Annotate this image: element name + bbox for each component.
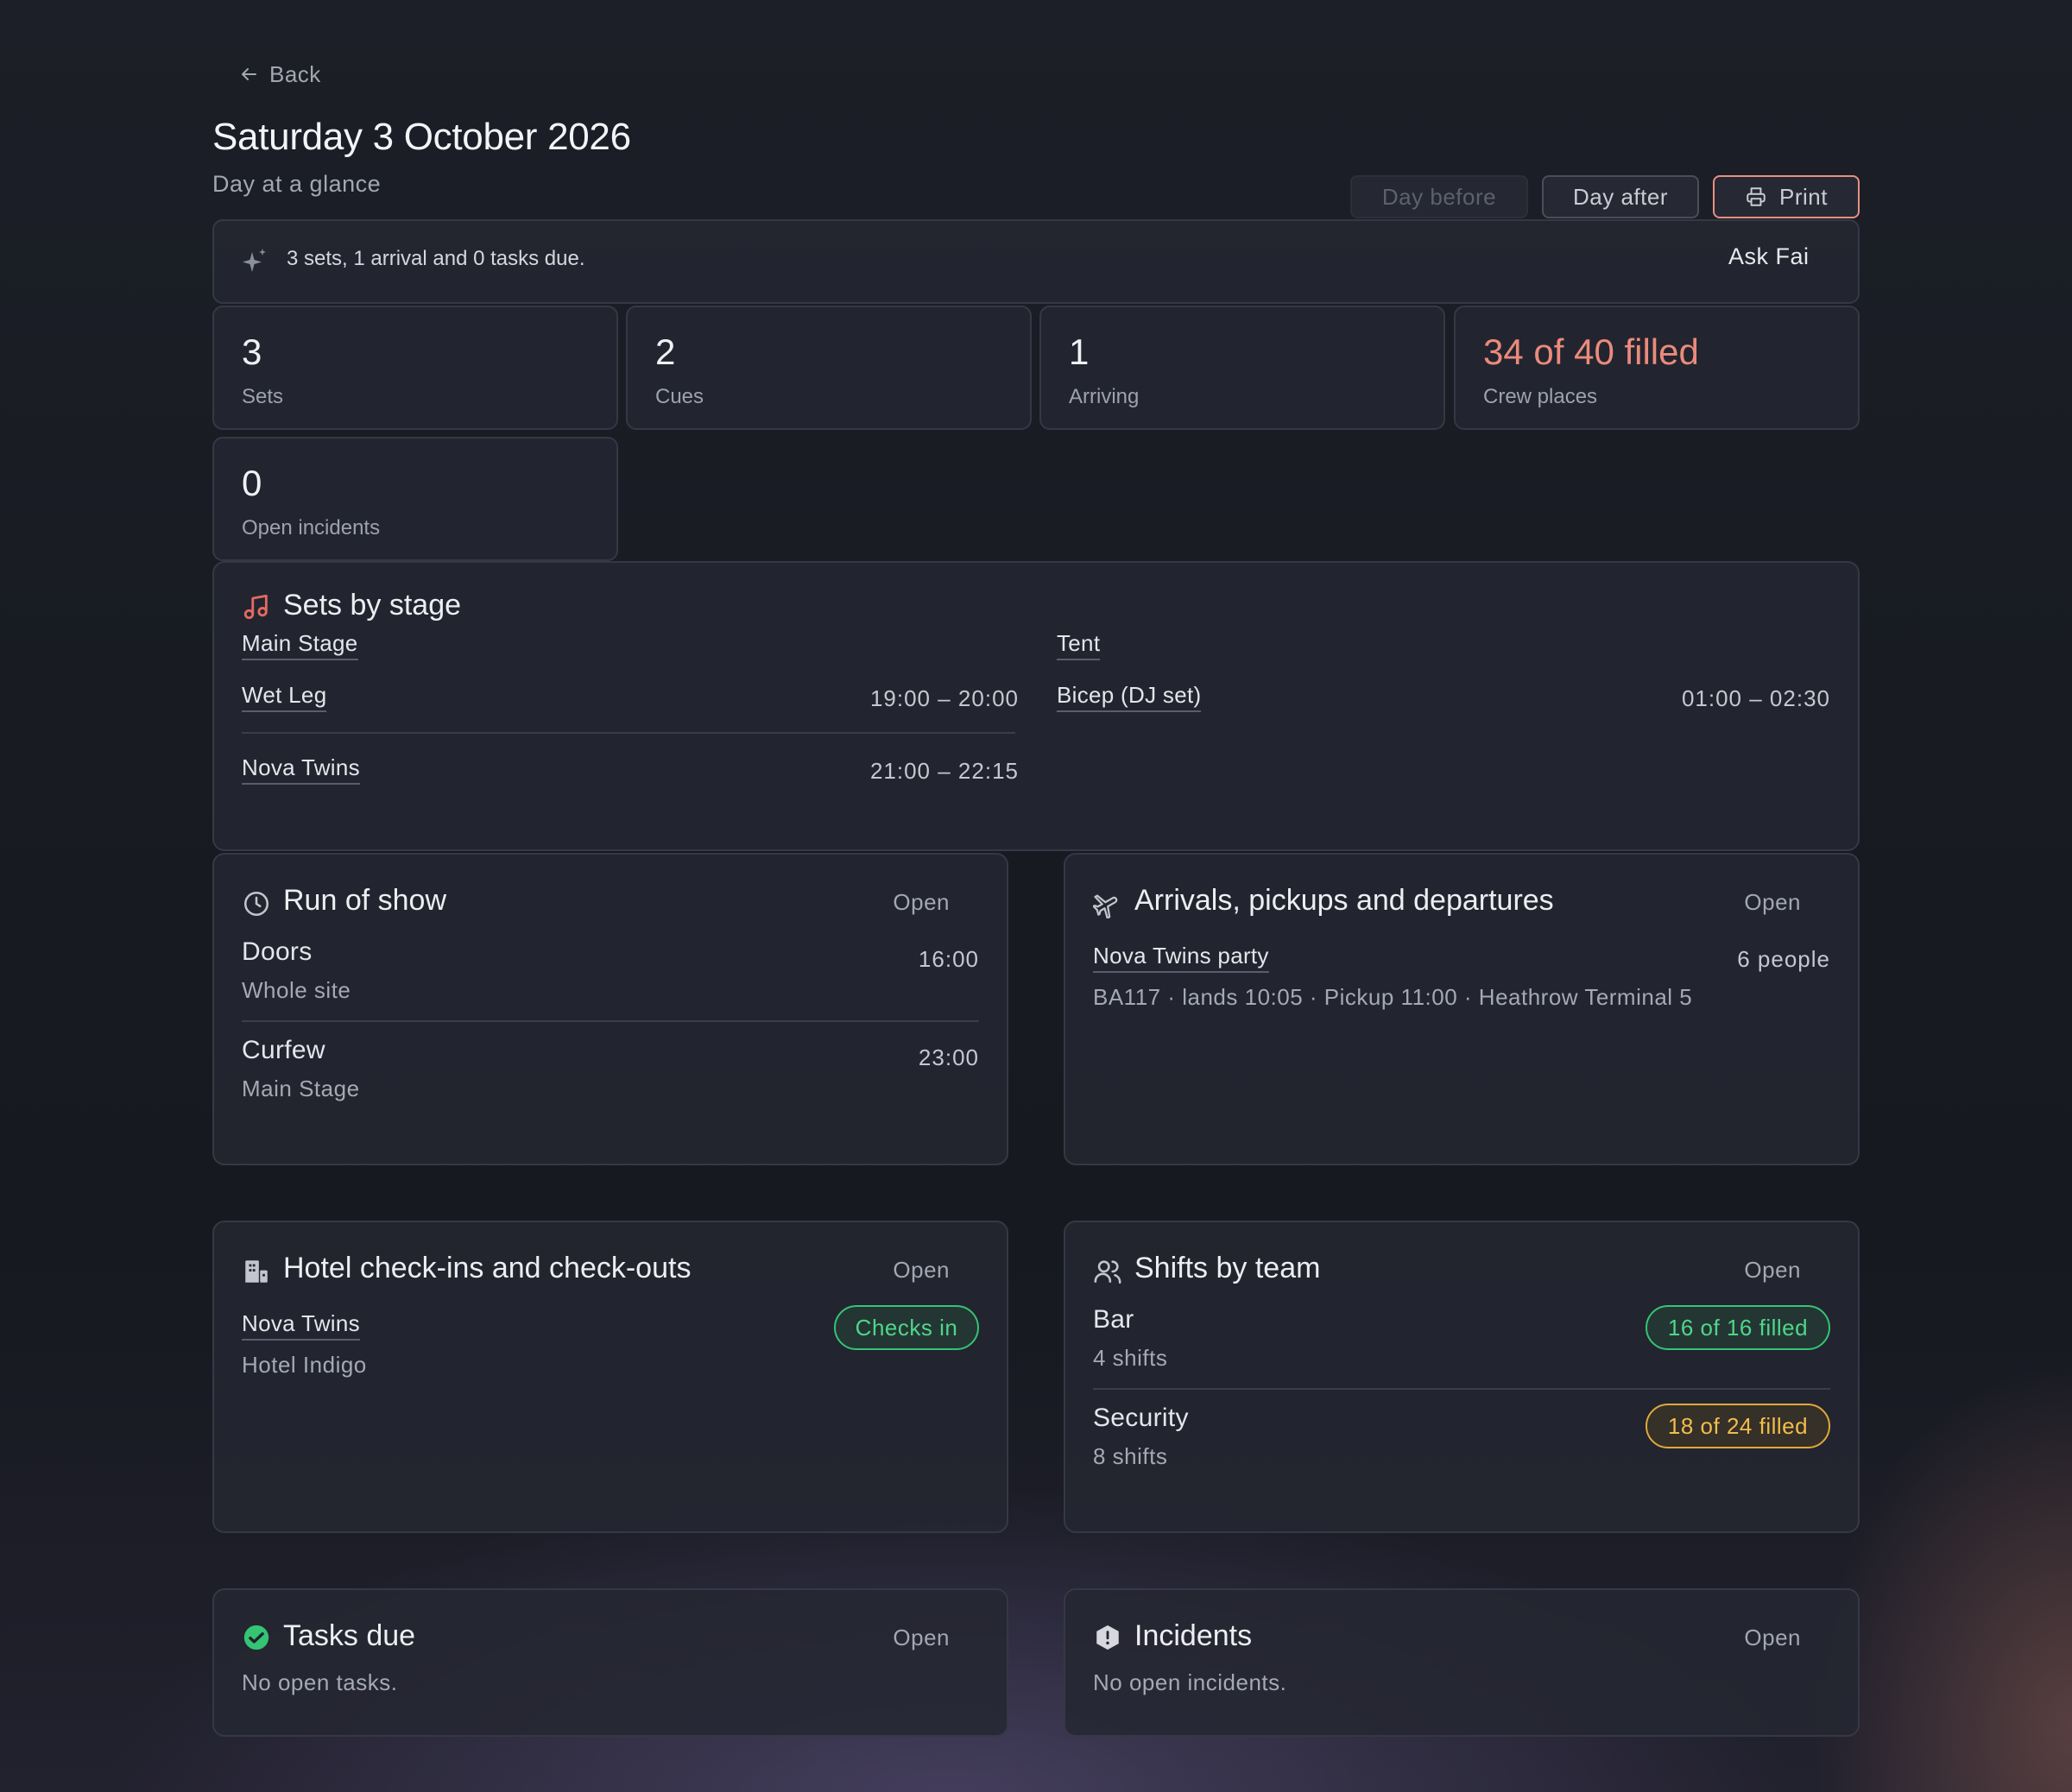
team-name: Security <box>1093 1404 1189 1432</box>
arrow-left-icon <box>242 68 256 80</box>
stat-label: Cues <box>655 385 704 408</box>
tasks-card: Tasks due Open No open tasks. <box>212 1588 1008 1737</box>
arrivals-card: Arrivals, pickups and departures Open No… <box>1064 853 1860 1165</box>
day-before-label: Day before <box>1381 183 1497 210</box>
stat-value: 3 <box>242 331 262 372</box>
page-title: Saturday 3 October 2026 <box>212 116 631 158</box>
arrival-details: BA117 · lands 10:05 · Pickup 11:00 · Hea… <box>1093 984 1693 1010</box>
stat-label: Sets <box>242 385 284 408</box>
stat-label: Open incidents <box>242 516 381 539</box>
divider <box>242 1020 979 1022</box>
team-shifts: 4 shifts <box>1093 1345 1168 1371</box>
team-name: Bar <box>1093 1305 1134 1334</box>
printer-icon <box>1747 187 1766 206</box>
set-artist[interactable]: Nova Twins <box>242 754 360 785</box>
open-link[interactable]: Open <box>1744 1625 1801 1651</box>
page-subtitle: Day at a glance <box>212 171 382 197</box>
ask-fai-button[interactable]: Ask Fai <box>1728 243 1810 270</box>
set-time: 01:00 – 02:30 <box>1681 685 1830 711</box>
cue-location: Main Stage <box>242 1076 360 1101</box>
set-artist[interactable]: Wet Leg <box>242 682 327 712</box>
section-title: Sets by stage <box>283 589 462 622</box>
team-shifts: 8 shifts <box>1093 1443 1168 1469</box>
stat-card-sets[interactable]: 3 Sets <box>212 306 618 430</box>
hotel-name: Hotel Indigo <box>242 1352 367 1378</box>
status-badge: Checks in <box>834 1305 979 1350</box>
section-title: Hotel check-ins and check-outs <box>283 1252 692 1284</box>
stat-label: Arriving <box>1069 385 1140 408</box>
cue-time: 23:00 <box>918 1044 979 1070</box>
plane-icon <box>1093 894 1118 918</box>
sparkle-icon <box>243 249 266 272</box>
open-link[interactable]: Open <box>893 1625 950 1651</box>
summary-bar: 3 sets, 1 arrival and 0 tasks due. Ask F… <box>212 219 1860 304</box>
shifts-card: Shifts by team Open Bar 4 shifts 16 of 1… <box>1064 1221 1860 1533</box>
cue-location: Whole site <box>242 977 351 1003</box>
arrival-name[interactable]: Nova Twins party <box>1093 943 1269 973</box>
print-label: Print <box>1779 183 1828 210</box>
users-icon <box>1094 1260 1121 1284</box>
stage-name[interactable]: Tent <box>1057 630 1101 660</box>
clock-icon <box>243 891 269 917</box>
check-circle-icon <box>243 1625 269 1650</box>
filled-badge: 18 of 24 filled <box>1646 1404 1830 1448</box>
arrival-people: 6 people <box>1737 946 1830 972</box>
divider <box>1093 1388 1830 1390</box>
empty-state: No open tasks. <box>242 1669 398 1695</box>
stage-name[interactable]: Main Stage <box>242 630 358 660</box>
divider <box>242 732 1015 734</box>
empty-state: No open incidents. <box>1093 1669 1287 1695</box>
stat-label: Crew places <box>1483 385 1598 408</box>
open-link[interactable]: Open <box>1744 889 1801 916</box>
summary-text: 3 sets, 1 arrival and 0 tasks due. <box>287 247 585 270</box>
filled-badge: 16 of 16 filled <box>1646 1305 1830 1350</box>
set-time: 19:00 – 20:00 <box>869 685 1019 711</box>
cue-name: Doors <box>242 937 313 966</box>
section-title: Tasks due <box>283 1619 416 1652</box>
section-title: Arrivals, pickups and departures <box>1134 884 1554 917</box>
day-after-button[interactable]: Day after <box>1542 175 1699 218</box>
sets-by-stage-card: Sets by stage Main Stage Wet Leg 19:00 –… <box>212 561 1860 851</box>
hotel-icon <box>245 1260 268 1283</box>
stat-card-cues[interactable]: 2 Cues <box>626 306 1032 430</box>
open-link[interactable]: Open <box>893 889 950 916</box>
cue-name: Curfew <box>242 1036 325 1064</box>
hotels-card: Hotel check-ins and check-outs Open Nova… <box>212 1221 1008 1533</box>
section-title: Shifts by team <box>1134 1252 1321 1284</box>
set-time: 21:00 – 22:15 <box>869 758 1019 784</box>
back-link[interactable]: Back <box>238 59 321 90</box>
stat-card-arriving[interactable]: 1 Arriving <box>1039 306 1445 430</box>
set-artist[interactable]: Bicep (DJ set) <box>1057 682 1202 712</box>
day-after-label: Day after <box>1573 183 1668 210</box>
stat-value: 2 <box>655 331 676 372</box>
alert-hexagon-icon <box>1096 1625 1119 1650</box>
music-icon <box>243 594 268 620</box>
section-title: Run of show <box>283 884 446 917</box>
incidents-card: Incidents Open No open incidents. <box>1064 1588 1860 1737</box>
stat-card-open-incidents[interactable]: 0 Open incidents <box>212 437 618 561</box>
day-before-button[interactable]: Day before <box>1350 175 1528 218</box>
print-button[interactable]: Print <box>1713 175 1860 218</box>
hotel-guest[interactable]: Nova Twins <box>242 1310 360 1341</box>
run-of-show-card: Run of show Open Doors Whole site 16:00 … <box>212 853 1008 1165</box>
cue-time: 16:00 <box>918 946 979 972</box>
stat-value: 1 <box>1069 331 1090 372</box>
stat-value: 34 of 40 filled <box>1483 331 1699 372</box>
stat-card-crew-places[interactable]: 34 of 40 filled Crew places <box>1454 306 1860 430</box>
section-title: Incidents <box>1134 1619 1253 1652</box>
stat-value: 0 <box>242 463 262 503</box>
back-label: Back <box>269 60 321 87</box>
open-link[interactable]: Open <box>893 1257 950 1284</box>
open-link[interactable]: Open <box>1744 1257 1801 1284</box>
